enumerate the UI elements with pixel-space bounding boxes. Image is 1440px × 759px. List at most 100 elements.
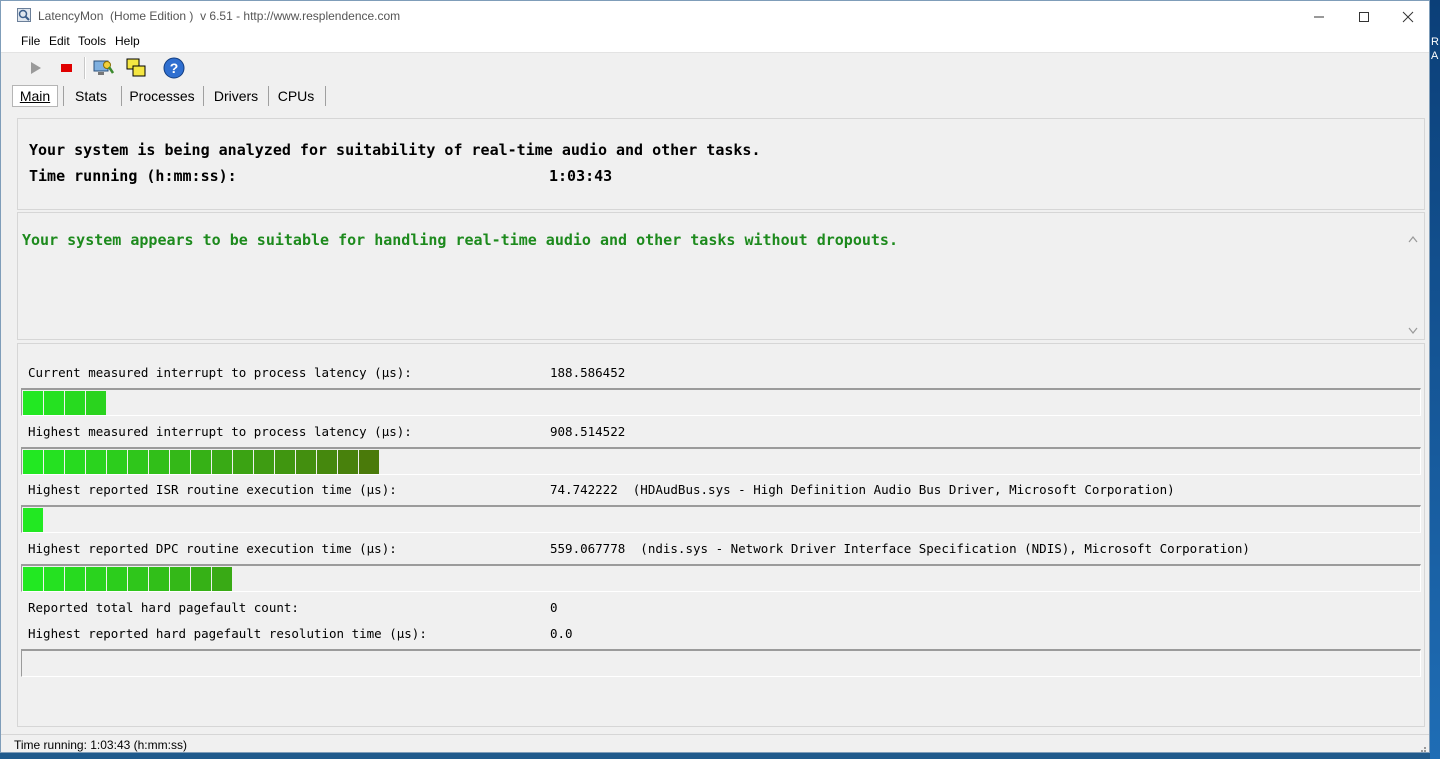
bar-segment	[107, 567, 127, 591]
desktop-glyph: R	[1431, 36, 1439, 48]
highest-latency-bar	[21, 447, 1421, 475]
svg-text:?: ?	[170, 60, 179, 76]
status-text: Time running: 1:03:43 (h:mm:ss)	[14, 738, 187, 752]
system-info-button[interactable]	[91, 56, 115, 80]
bar-segment	[170, 567, 190, 591]
bar-segment	[212, 450, 232, 474]
tab-separator	[63, 86, 64, 106]
isr-time-label: Highest reported ISR routine execution t…	[28, 482, 397, 497]
summary-panel: Your system is being analyzed for suitab…	[17, 118, 1425, 210]
toolbar: ?	[1, 53, 1429, 83]
app-icon	[17, 8, 31, 22]
bar-segment	[23, 450, 43, 474]
bar-segment	[128, 567, 148, 591]
menu-edit[interactable]: Edit	[49, 34, 70, 48]
tab-drivers[interactable]: Drivers	[205, 85, 267, 107]
tab-separator	[268, 86, 269, 106]
bar-segment	[149, 567, 169, 591]
stop-button[interactable]	[54, 56, 78, 80]
status-bar: Time running: 1:03:43 (h:mm:ss)	[1, 734, 1429, 755]
time-running-value: 1:03:43	[549, 167, 613, 185]
desktop-glyph: A	[1431, 50, 1439, 62]
menu-tools[interactable]: Tools	[78, 34, 106, 48]
time-running-label: Time running (h:mm:ss):	[29, 167, 237, 185]
bar-segment	[107, 450, 127, 474]
tab-label: Drivers	[213, 88, 259, 104]
menu-file[interactable]: File	[21, 34, 40, 48]
minimize-icon	[1314, 16, 1324, 17]
bar-segment	[191, 450, 211, 474]
maximize-button[interactable]	[1341, 1, 1387, 32]
pagefault-time-bar	[21, 649, 1421, 677]
bar-segment	[65, 391, 85, 415]
bar-fill	[23, 567, 233, 591]
toolbar-separator	[84, 57, 86, 79]
scroll-up-icon[interactable]	[1408, 235, 1418, 243]
bar-segment	[191, 567, 211, 591]
tab-cpus[interactable]: CPUs	[270, 85, 322, 107]
tab-label: Stats	[75, 88, 107, 104]
analysis-message: Your system is being analyzed for suitab…	[29, 141, 761, 159]
pagefault-time-label: Highest reported hard pagefault resoluti…	[28, 626, 427, 641]
windows-button[interactable]	[124, 56, 148, 80]
bar-segment	[23, 508, 43, 532]
maximize-icon	[1359, 11, 1369, 22]
isr-time-bar	[21, 505, 1421, 533]
tab-processes[interactable]: Processes	[123, 85, 201, 107]
tab-label: Main	[19, 88, 51, 104]
bar-segment	[317, 450, 337, 474]
title-bar[interactable]: LatencyMon (Home Edition ) v 6.51 - http…	[1, 1, 1429, 32]
system-info-icon	[93, 60, 114, 75]
highest-latency-label: Highest measured interrupt to process la…	[28, 424, 412, 439]
bar-fill	[23, 450, 380, 474]
play-icon	[31, 62, 41, 74]
bar-segment	[149, 450, 169, 474]
bar-segment	[275, 450, 295, 474]
bar-segment	[44, 391, 64, 415]
bar-segment	[23, 567, 43, 591]
latencymon-window: LatencyMon (Home Edition ) v 6.51 - http…	[0, 0, 1430, 753]
bar-segment	[254, 450, 274, 474]
bar-segment	[44, 450, 64, 474]
dpc-time-value: 559.067778 (ndis.sys - Network Driver In…	[550, 541, 1250, 556]
current-latency-value: 188.586452	[550, 365, 626, 380]
tab-separator	[203, 86, 204, 106]
menu-bar: File Edit Tools Help	[1, 32, 1429, 53]
verdict-panel: Your system appears to be suitable for h…	[17, 212, 1425, 340]
tab-label: CPUs	[277, 88, 315, 104]
close-button[interactable]	[1385, 1, 1431, 32]
start-button[interactable]	[23, 56, 47, 80]
bar-segment	[233, 450, 253, 474]
bar-segment	[338, 450, 358, 474]
minimize-button[interactable]	[1296, 1, 1342, 32]
bar-segment	[86, 391, 106, 415]
current-latency-label: Current measured interrupt to process la…	[28, 365, 412, 380]
bar-segment	[86, 450, 106, 474]
bar-segment	[170, 450, 190, 474]
bar-segment	[128, 450, 148, 474]
bar-segment	[86, 567, 106, 591]
pagefault-count-label: Reported total hard pagefault count:	[28, 600, 299, 615]
bar-segment	[65, 450, 85, 474]
tab-strip: Main Stats Processes Drivers CPUs	[1, 83, 1429, 109]
pagefault-time-value: 0.0	[550, 626, 573, 641]
verdict-text: Your system appears to be suitable for h…	[22, 231, 898, 249]
current-latency-bar	[21, 388, 1421, 416]
highest-latency-value: 908.514522	[550, 424, 626, 439]
windows-icon	[126, 58, 146, 77]
dpc-time-bar	[21, 564, 1421, 592]
tab-main[interactable]: Main	[12, 85, 58, 107]
menu-help[interactable]: Help	[115, 34, 140, 48]
help-button[interactable]: ?	[162, 56, 186, 80]
scroll-down-icon[interactable]	[1408, 327, 1418, 335]
stop-icon	[61, 64, 72, 72]
tab-separator	[121, 86, 122, 106]
close-icon	[1402, 11, 1414, 22]
resize-grip-icon[interactable]	[1417, 743, 1427, 753]
bar-segment	[65, 567, 85, 591]
desktop-background: R A	[1430, 0, 1440, 759]
tab-stats[interactable]: Stats	[65, 85, 117, 107]
pagefault-count-value: 0	[550, 600, 558, 615]
tab-label: Processes	[129, 88, 195, 104]
window-title: LatencyMon (Home Edition ) v 6.51 - http…	[38, 9, 401, 23]
